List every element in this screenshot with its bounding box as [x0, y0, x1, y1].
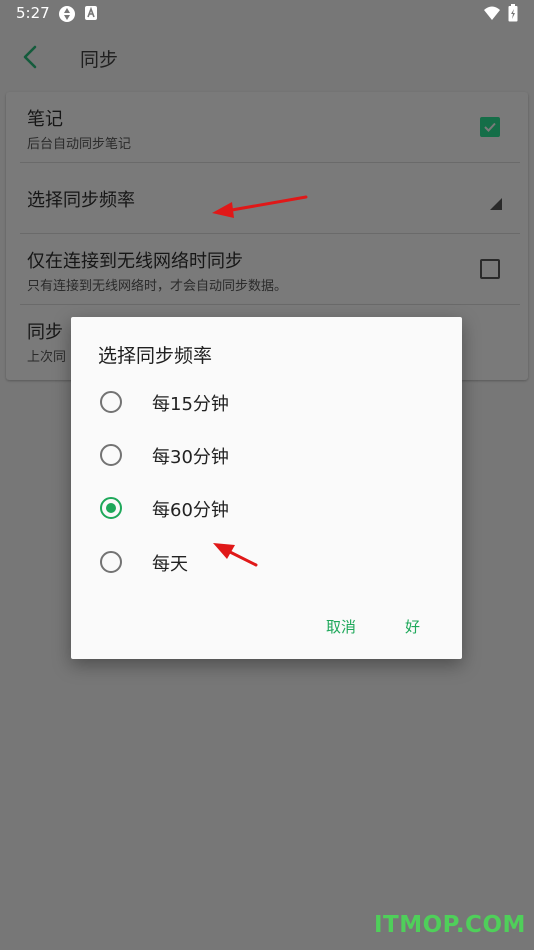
option-label: 每30分钟: [152, 447, 229, 468]
option-label: 每60分钟: [152, 500, 229, 521]
option-60-minutes[interactable]: 每60分钟: [71, 484, 462, 534]
setting-notes-sync[interactable]: 笔记 后台自动同步笔记: [6, 92, 528, 162]
notes-sync-checkbox[interactable]: [480, 117, 500, 137]
radio-button[interactable]: [100, 444, 122, 466]
setting-subtitle: 只有连接到无线网络时，才会自动同步数据。: [27, 279, 288, 294]
option-15-minutes[interactable]: 每15分钟: [71, 378, 462, 428]
sync-status-icon: [59, 6, 75, 22]
radio-button[interactable]: [100, 551, 122, 573]
status-time: 5:27: [16, 4, 50, 22]
status-bar: 5:27: [0, 0, 534, 28]
sync-frequency-dialog: 选择同步频率 每15分钟 每30分钟 每60分钟 每天 取消 好: [71, 317, 462, 659]
dialog-title: 选择同步频率: [98, 345, 213, 367]
setting-title: 笔记: [27, 109, 63, 130]
back-arrow-icon[interactable]: [18, 44, 44, 70]
option-daily[interactable]: 每天: [71, 538, 462, 588]
notification-a-icon: [85, 6, 97, 20]
checkmark-icon: [484, 122, 496, 132]
wifi-only-checkbox[interactable]: [480, 259, 500, 279]
wifi-icon: [484, 6, 500, 20]
setting-subtitle: 上次同: [27, 350, 67, 365]
radio-button[interactable]: [100, 391, 122, 413]
option-30-minutes[interactable]: 每30分钟: [71, 431, 462, 481]
setting-sync-frequency[interactable]: 选择同步频率: [6, 163, 528, 233]
battery-icon: [508, 4, 518, 22]
app-bar: 同步: [0, 28, 534, 86]
dropdown-triangle-icon: [490, 198, 502, 210]
radio-button-selected[interactable]: [100, 497, 122, 519]
setting-title: 仅在连接到无线网络时同步: [27, 251, 243, 272]
option-label: 每15分钟: [152, 394, 229, 415]
page-title: 同步: [80, 49, 119, 71]
cancel-button[interactable]: 取消: [326, 616, 356, 637]
ok-button[interactable]: 好: [405, 616, 420, 637]
setting-title: 同步: [27, 322, 63, 343]
setting-wifi-only[interactable]: 仅在连接到无线网络时同步 只有连接到无线网络时，才会自动同步数据。: [6, 234, 528, 304]
setting-subtitle: 后台自动同步笔记: [27, 137, 132, 152]
setting-title: 选择同步频率: [27, 190, 135, 211]
watermark: ITMOP.COM: [374, 912, 526, 938]
option-label: 每天: [152, 554, 188, 575]
